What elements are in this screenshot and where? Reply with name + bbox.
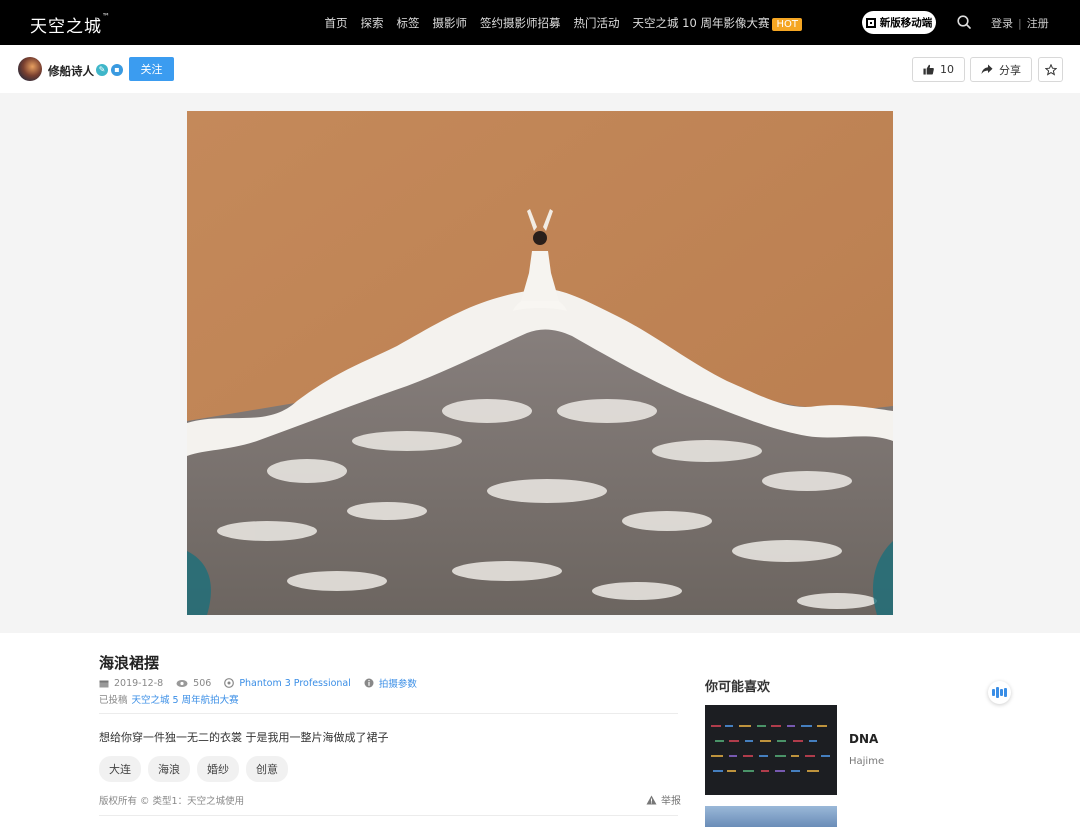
share-icon xyxy=(981,64,993,74)
share-label: 分享 xyxy=(999,63,1021,77)
report-label: 举报 xyxy=(661,796,681,807)
recommend-item-author[interactable]: Hajime xyxy=(849,756,884,767)
photo-meta: 2019-12-8 506 Phantom 3 Professional 拍摄参… xyxy=(99,676,430,690)
sound-bar xyxy=(1000,689,1003,696)
photo-description: 想给你穿一件独一无二的衣裳 于是我用一整片海做成了裙子 xyxy=(99,731,389,744)
params-link[interactable]: 拍摄参数 xyxy=(379,676,417,690)
recommend-thumbnail[interactable] xyxy=(705,705,837,795)
nav-link-events[interactable]: 热门活动 xyxy=(574,15,620,31)
nav-links: 首页 探索 标签 摄影师 签约摄影师招募 热门活动 天空之城 10 周年影像大赛… xyxy=(318,0,808,45)
copyright-text: 版权所有 © 类型1：天空之城使用 xyxy=(99,796,245,807)
tag-item[interactable]: 海浪 xyxy=(148,756,190,782)
recommend-title: 你可能喜欢 xyxy=(705,680,771,695)
main-photo[interactable] xyxy=(187,111,893,615)
nav-link-photographers[interactable]: 摄影师 xyxy=(433,15,468,31)
author-bar: 修船诗人 ✎ ▪ 关注 10 分享 xyxy=(0,45,1080,93)
tag-item[interactable]: 创意 xyxy=(246,756,288,782)
aperture-icon xyxy=(224,678,235,688)
nav-link-contest[interactable]: 天空之城 10 周年影像大赛 HOT xyxy=(633,15,802,31)
sound-bar xyxy=(996,687,999,698)
recommend-thumbnail[interactable] xyxy=(705,806,837,827)
eye-icon xyxy=(176,679,188,687)
auth-links: 登录 | 注册 xyxy=(991,15,1049,31)
follow-button[interactable]: 关注 xyxy=(129,57,174,81)
photo-stage xyxy=(0,93,1080,633)
warning-icon xyxy=(646,795,657,804)
dna-thumbnail-image xyxy=(705,705,837,795)
share-button[interactable]: 分享 xyxy=(970,57,1032,82)
verified-icon: ✎ xyxy=(96,64,108,76)
calendar-icon xyxy=(99,680,109,687)
register-link[interactable]: 注册 xyxy=(1027,17,1049,30)
login-link[interactable]: 登录 xyxy=(991,17,1013,30)
like-count: 10 xyxy=(940,63,954,76)
divider xyxy=(99,713,678,714)
search-icon[interactable] xyxy=(957,15,971,29)
site-logo[interactable]: 天空之城™ xyxy=(30,12,111,37)
meta-date: 2019-12-8 xyxy=(99,678,163,689)
photo-date: 2019-12-8 xyxy=(114,677,164,689)
meta-camera: Phantom 3 Professional xyxy=(224,678,351,689)
sound-bar xyxy=(1004,688,1007,697)
logo-tm: ™ xyxy=(102,12,111,21)
avatar[interactable] xyxy=(18,57,42,81)
camera-link[interactable]: Phantom 3 Professional xyxy=(239,678,351,689)
nav-link-tags[interactable]: 标签 xyxy=(397,15,420,31)
auth-separator: | xyxy=(1018,17,1022,30)
tag-list: 大连 海浪 婚纱 创意 xyxy=(99,756,288,782)
top-nav: 天空之城™ 首页 探索 标签 摄影师 签约摄影师招募 热门活动 天空之城 10 … xyxy=(0,0,1080,45)
meta-params: 拍摄参数 xyxy=(364,676,417,690)
mobile-version-button[interactable]: 新版移动端 xyxy=(862,11,936,34)
meta-views: 506 xyxy=(176,678,211,689)
info-icon xyxy=(364,678,374,688)
nav-link-explore[interactable]: 探索 xyxy=(361,15,384,31)
star-icon xyxy=(1044,63,1057,76)
qr-code-icon xyxy=(865,17,876,28)
favorite-button[interactable] xyxy=(1038,57,1063,82)
submitted-prefix: 已投稿 xyxy=(99,695,128,706)
message-icon[interactable]: ▪ xyxy=(111,64,123,76)
thumbs-up-icon xyxy=(923,64,934,75)
hot-badge: HOT xyxy=(772,17,802,31)
audio-float-button[interactable] xyxy=(988,681,1011,704)
mobile-button-label: 新版移动端 xyxy=(879,17,933,29)
submitted-to: 已投稿 天空之城 5 周年航拍大赛 xyxy=(99,692,239,706)
sound-bar xyxy=(992,689,995,696)
aerial-beach-photo xyxy=(187,111,893,615)
contest-label: 天空之城 10 周年影像大赛 xyxy=(632,15,770,30)
logo-text: 天空之城 xyxy=(30,17,102,37)
nav-link-signing[interactable]: 签约摄影师招募 xyxy=(480,15,561,31)
contest-link[interactable]: 天空之城 5 周年航拍大赛 xyxy=(132,695,239,706)
tag-item[interactable]: 大连 xyxy=(99,756,141,782)
photo-title: 海浪裙摆 xyxy=(99,654,160,672)
nav-link-home[interactable]: 首页 xyxy=(325,15,348,31)
divider xyxy=(99,815,678,816)
author-name[interactable]: 修船诗人 xyxy=(48,63,94,79)
view-count: 506 xyxy=(193,677,212,689)
recommend-item-title[interactable]: DNA xyxy=(849,732,878,746)
tag-item[interactable]: 婚纱 xyxy=(197,756,239,782)
like-button[interactable]: 10 xyxy=(912,57,965,82)
report-button[interactable]: 举报 xyxy=(646,792,681,807)
